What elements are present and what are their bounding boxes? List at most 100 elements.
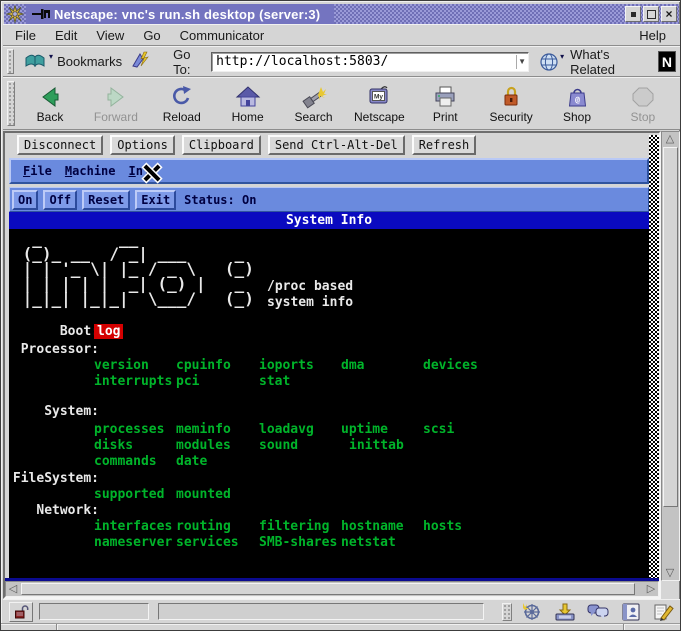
scroll-up-icon[interactable]: △ [663,132,677,146]
scroll-right-icon[interactable]: ▷ [644,582,658,596]
vm-menu-machine[interactable]: Machine [65,164,116,178]
menu-view[interactable]: View [96,28,124,43]
back-button[interactable]: Back [19,79,81,128]
forward-button[interactable]: Forward [85,79,147,128]
security-button[interactable]: Security [480,79,542,128]
page-proxy-icon[interactable] [132,51,149,72]
netscape-logo[interactable]: N [658,51,676,72]
exit-button[interactable]: Exit [135,189,177,210]
link-sound[interactable]: sound [259,438,298,453]
link-pci[interactable]: pci [176,374,199,389]
print-button[interactable]: Print [414,79,476,128]
link-stat[interactable]: stat [259,374,290,389]
reset-button[interactable]: Reset [82,189,131,210]
reload-icon [172,86,191,105]
horizontal-scrollbar-thumb[interactable] [21,583,635,595]
vm-menu-file[interactable]: File [23,164,52,178]
menu-edit[interactable]: Edit [55,28,77,43]
link-processes[interactable]: processes [94,422,164,437]
link-inittab[interactable]: inittab [349,438,404,453]
menu-communicator[interactable]: Communicator [180,28,265,43]
url-input[interactable] [211,51,530,72]
bookmarks-icon[interactable]: ▾ [24,52,53,71]
address-book-button[interactable] [619,602,643,622]
vertical-scrollbar[interactable]: △ ▽ [661,131,680,581]
whats-related-label[interactable]: What's Related [570,47,644,77]
vertical-scrollbar-thumb[interactable] [663,147,678,507]
shop-button[interactable]: @ Shop [546,79,608,128]
composer-button[interactable] [652,602,676,622]
link-ioports[interactable]: ioports [259,358,314,373]
close-button[interactable]: × [661,6,677,22]
link-uptime[interactable]: uptime [341,422,388,437]
location-bar-grip[interactable] [7,49,15,74]
window-resize-frame[interactable] [1,623,680,630]
iconify-button[interactable] [625,6,641,22]
reload-button[interactable]: Reload [151,79,213,128]
link-smb-shares[interactable]: SMB-shares [259,535,337,550]
link-date[interactable]: date [176,454,207,469]
wm-menu-sunburst-icon[interactable] [6,5,24,23]
url-dropdown-icon[interactable]: ▼ [516,54,527,69]
vm-menubar: File Machine Inje [9,158,649,184]
link-devices[interactable]: devices [423,358,478,373]
link-version[interactable]: version [94,358,149,373]
netscape-icon: My [369,86,388,104]
stop-button[interactable]: Stop [612,79,674,128]
boot-log-link[interactable]: log [94,324,124,339]
link-loadavg[interactable]: loadavg [259,422,314,437]
svg-text:My: My [374,94,383,101]
discussions-button[interactable] [586,602,610,622]
link-hostname[interactable]: hostname [341,519,404,534]
scroll-down-icon[interactable]: ▽ [663,566,677,580]
menu-go[interactable]: Go [143,28,160,43]
whats-related-globe-icon[interactable]: ▾ [539,52,564,72]
menu-help[interactable]: Help [639,28,666,43]
home-button[interactable]: Home [217,79,279,128]
link-scsi[interactable]: scsi [423,422,454,437]
clipboard-button[interactable]: Clipboard [181,135,261,155]
link-services[interactable]: services [176,535,239,550]
link-routing[interactable]: routing [176,519,231,534]
link-hosts[interactable]: hosts [423,519,462,534]
link-interrupts[interactable]: interrupts [94,374,172,389]
link-modules[interactable]: modules [176,438,231,453]
titlebar[interactable]: Netscape: vnc's run.sh desktop (server:3… [4,4,679,24]
component-bar-grip[interactable] [502,602,512,621]
link-disks[interactable]: disks [94,438,133,453]
browser-content-area: Disconnect Options Clipboard Send Ctrl-A… [3,131,661,599]
link-interfaces[interactable]: interfaces [94,519,172,534]
link-cpuinfo[interactable]: cpuinfo [176,358,231,373]
window-title: Netscape: vnc's run.sh desktop (server:3… [54,6,321,22]
send-ctrl-alt-del-button[interactable]: Send Ctrl-Alt-Del [267,135,405,155]
link-supported[interactable]: supported [94,487,164,502]
horizontal-scrollbar[interactable]: ◁ ▷ [5,581,659,597]
link-mounted[interactable]: mounted [176,487,231,502]
wm-pin-icon[interactable] [32,7,52,21]
mailbox-button[interactable] [553,602,577,622]
vnc-control-row: Disconnect Options Clipboard Send Ctrl-A… [17,135,483,155]
menu-file[interactable]: File [15,28,36,43]
link-nameserver[interactable]: nameserver [94,535,172,550]
security-status-button[interactable] [9,601,33,622]
options-button[interactable]: Options [110,135,175,155]
power-on-button[interactable]: On [12,189,39,210]
bookmarks-label[interactable]: Bookmarks [57,54,122,69]
navigator-wheel-button[interactable] [520,602,544,622]
navigation-toolbar: Back Forward Reload Home Search My Netsc… [3,77,680,130]
status-message-field [158,603,484,620]
link-netstat[interactable]: netstat [341,535,396,550]
link-dma[interactable]: dma [341,358,364,373]
scroll-left-icon[interactable]: ◁ [6,582,20,596]
netscape-button[interactable]: My Netscape [348,79,410,128]
link-filtering[interactable]: filtering [259,519,329,534]
search-button[interactable]: Search [283,79,345,128]
refresh-button[interactable]: Refresh [411,135,477,155]
tagline-line1: /proc based [267,279,354,294]
power-off-button[interactable]: Off [43,189,78,210]
disconnect-button[interactable]: Disconnect [17,135,104,155]
maximize-button[interactable] [643,6,659,22]
link-meminfo[interactable]: meminfo [176,422,231,437]
toolbar-grip[interactable] [7,81,15,126]
link-commands[interactable]: commands [94,454,157,469]
